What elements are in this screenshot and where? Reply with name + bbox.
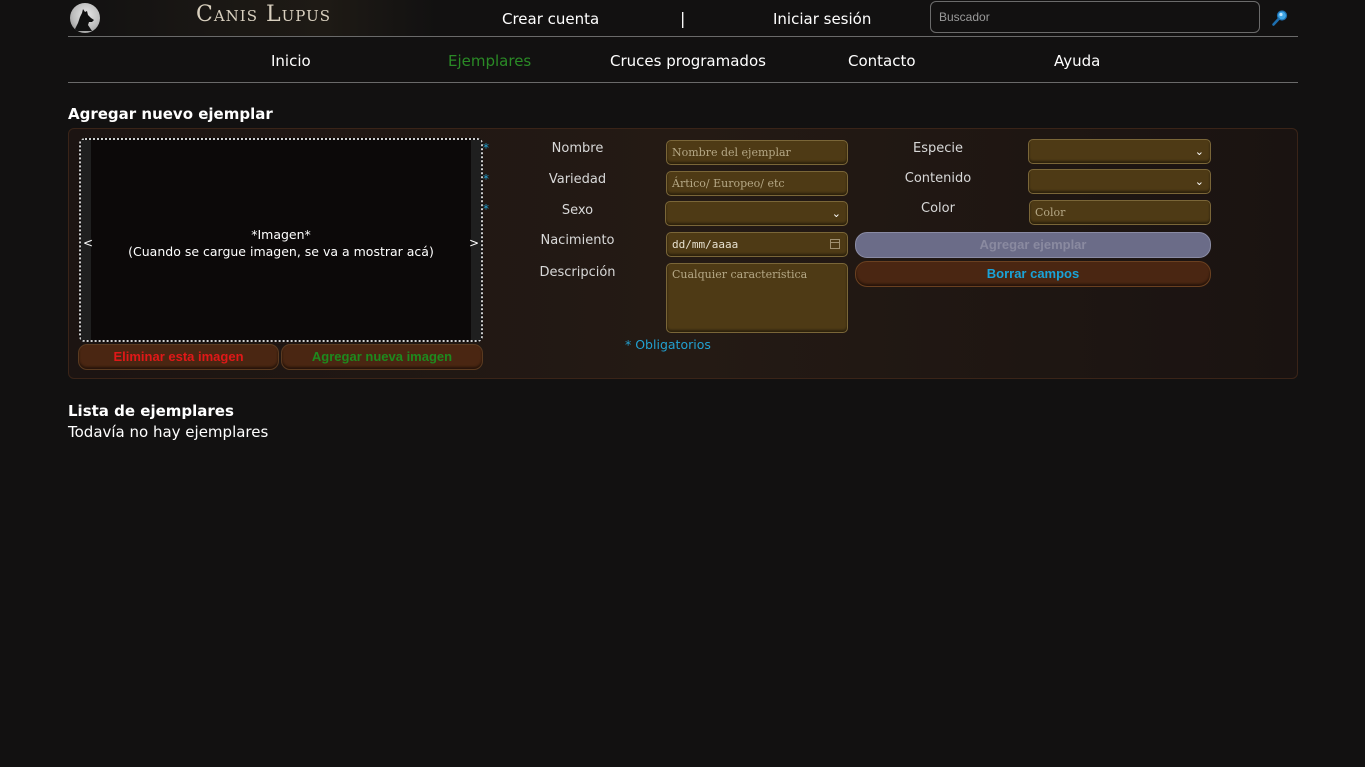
nav-item-cruces-programados[interactable]: Cruces programados [610, 52, 766, 70]
required-note: * Obligatorios [625, 337, 711, 352]
login-link[interactable]: Iniciar sesión [773, 10, 871, 28]
list-title: Lista de ejemplares [68, 402, 234, 420]
label-especie: Especie [913, 141, 963, 156]
required-mark-sexo: * [483, 202, 489, 216]
label-descripcion: Descripción [539, 265, 616, 280]
header-separator: | [680, 9, 686, 28]
label-contenido: Contenido [904, 171, 972, 186]
wolf-logo-icon [70, 3, 100, 33]
color-input[interactable]: Color [1029, 200, 1211, 225]
nav-item-ejemplares[interactable]: Ejemplares [448, 52, 531, 70]
search-input[interactable] [930, 1, 1260, 33]
main-nav: Inicio Ejemplares Cruces programados Con… [68, 37, 1298, 83]
calendar-icon[interactable] [830, 239, 840, 249]
image-placeholder-hint: (Cuando se cargue imagen, se va a mostra… [128, 244, 434, 259]
brand-name: Canis Lupus [196, 2, 331, 27]
add-image-button[interactable]: Agregar nueva imagen [281, 344, 483, 370]
label-nombre: Nombre [551, 141, 604, 156]
label-color: Color [921, 201, 955, 216]
label-sexo: Sexo [561, 203, 594, 218]
label-nacimiento: Nacimiento [540, 233, 615, 248]
brand[interactable]: Canis Lupus [68, 0, 436, 36]
chevron-down-icon: ⌄ [1194, 175, 1204, 188]
clear-fields-button[interactable]: Borrar campos [855, 261, 1211, 287]
page: Canis Lupus Crear cuenta | Iniciar sesió… [68, 0, 1298, 441]
required-mark-variedad: * [483, 172, 489, 186]
nav-item-inicio[interactable]: Inicio [271, 52, 311, 70]
image-carousel: < > *Imagen* (Cuando se cargue imagen, s… [79, 138, 483, 342]
label-variedad: Variedad [548, 172, 607, 187]
image-placeholder: *Imagen* (Cuando se cargue imagen, se va… [81, 226, 481, 260]
descripcion-textarea[interactable]: Cualquier característica [666, 263, 848, 333]
chevron-down-icon: ⌄ [831, 207, 841, 220]
contenido-select[interactable]: ⌄ [1028, 169, 1211, 194]
nacimiento-date-input[interactable]: dd/mm/aaaa [666, 232, 848, 257]
add-specimen-button[interactable]: Agregar ejemplar [855, 232, 1211, 258]
list-empty-message: Todavía no hay ejemplares [68, 423, 269, 441]
nav-item-ayuda[interactable]: Ayuda [1054, 52, 1100, 70]
nav-item-contacto[interactable]: Contacto [848, 52, 916, 70]
variedad-input[interactable]: Ártico/ Europeo/ etc [666, 171, 848, 196]
top-bar: Canis Lupus Crear cuenta | Iniciar sesió… [68, 0, 1298, 37]
search-icon[interactable] [1271, 9, 1289, 27]
nacimiento-placeholder: dd/mm/aaaa [672, 238, 739, 251]
form-title: Agregar nuevo ejemplar [68, 105, 273, 123]
delete-image-button[interactable]: Eliminar esta imagen [78, 344, 279, 370]
create-account-link[interactable]: Crear cuenta [502, 10, 599, 28]
especie-select[interactable]: ⌄ [1028, 139, 1211, 164]
nombre-input[interactable]: Nombre del ejemplar [666, 140, 848, 165]
add-specimen-form: < > *Imagen* (Cuando se cargue imagen, s… [68, 128, 1298, 379]
required-mark-nombre: * [483, 141, 489, 155]
sexo-select[interactable]: ⌄ [665, 201, 848, 226]
image-placeholder-title: *Imagen* [251, 227, 311, 242]
chevron-down-icon: ⌄ [1194, 145, 1204, 158]
